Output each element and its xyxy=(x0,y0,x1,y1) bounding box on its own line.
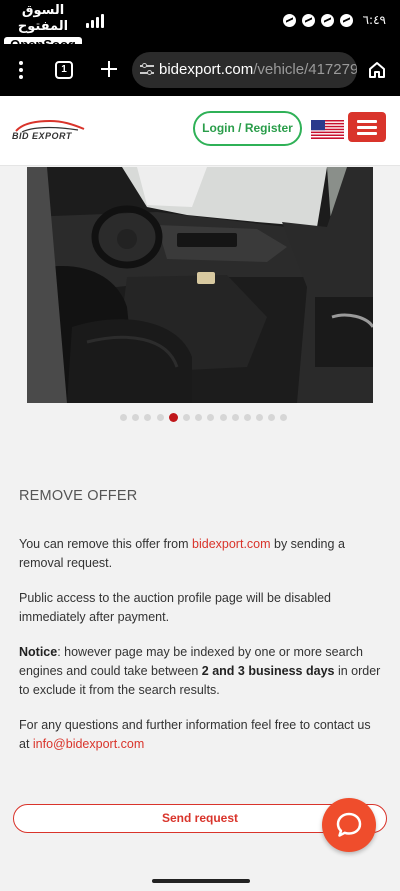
home-icon[interactable] xyxy=(368,61,386,79)
browser-toolbar: 1 bidexport.com/vehicle/417279 xyxy=(0,44,400,96)
url-domain: bidexport.com xyxy=(159,61,254,78)
gallery-dot[interactable] xyxy=(207,413,215,421)
home-indicator xyxy=(152,879,250,883)
opensooq-arabic-label: السوق المفتوح xyxy=(17,3,69,34)
car-interior-image xyxy=(27,167,373,403)
site-logo[interactable]: BID EXPORT xyxy=(12,118,88,142)
site-header: BID EXPORT Login / Register xyxy=(0,96,400,166)
gallery-dot[interactable] xyxy=(280,413,288,421)
url-text[interactable]: bidexport.com/vehicle/417279 xyxy=(159,61,357,78)
messenger-icon xyxy=(282,13,296,27)
gallery-dot-active[interactable] xyxy=(168,412,178,422)
messenger-icon xyxy=(339,13,353,27)
chat-bubble-icon xyxy=(336,812,362,837)
gallery-dot[interactable] xyxy=(219,413,227,421)
messenger-icon xyxy=(320,13,334,27)
chat-button[interactable] xyxy=(322,798,376,852)
url-path: /vehicle/417279 xyxy=(253,61,357,78)
removal-text-start: You can remove this offer from xyxy=(19,537,193,551)
signal-icon xyxy=(86,14,104,28)
remove-offer-section: REMOVE OFFER You can remove this offer f… xyxy=(19,488,381,754)
gallery-dot[interactable] xyxy=(243,413,251,421)
gallery-dot[interactable] xyxy=(120,413,127,421)
gallery-dot[interactable] xyxy=(182,413,190,421)
status-clock: ٦:٤٩ xyxy=(362,13,386,27)
menu-kebab-icon[interactable] xyxy=(18,61,24,79)
gallery-dot[interactable] xyxy=(268,413,276,421)
notification-area: ٦:٤٩ xyxy=(282,13,386,27)
site-settings-icon[interactable] xyxy=(140,63,154,76)
login-register-button[interactable]: Login / Register xyxy=(193,111,302,146)
gallery-dot[interactable] xyxy=(256,413,264,421)
gallery-dot[interactable] xyxy=(195,413,203,421)
address-bar[interactable]: bidexport.com/vehicle/417279 xyxy=(132,52,357,88)
email-link[interactable]: info@bidexport.com xyxy=(33,737,144,751)
gallery-dot[interactable] xyxy=(132,413,140,421)
status-bar: السوق المفتوح OpenSooq ٦:٤٩ xyxy=(0,0,400,53)
gallery-dot[interactable] xyxy=(144,413,152,421)
gallery-dot[interactable] xyxy=(231,413,239,421)
logo-text: BID EXPORT xyxy=(12,131,72,141)
tab-switcher-button[interactable]: 1 xyxy=(55,61,73,79)
contact-paragraph: For any questions and further informatio… xyxy=(19,716,381,754)
notice-paragraph: Notice: however page may be indexed by o… xyxy=(19,643,381,700)
bidexport-link[interactable]: bidexport.com xyxy=(192,537,271,551)
removal-paragraph: You can remove this offer from bidexport… xyxy=(19,535,381,573)
messenger-icon xyxy=(301,13,315,27)
gallery-pagination xyxy=(120,412,288,422)
notice-label: Notice xyxy=(19,645,58,659)
business-days-text: 2 and 3 business days xyxy=(201,664,335,678)
hamburger-menu-button[interactable] xyxy=(348,112,386,142)
gallery-dot[interactable] xyxy=(156,413,164,421)
remove-offer-title: REMOVE OFFER xyxy=(19,488,138,504)
us-flag-icon[interactable] xyxy=(311,120,344,139)
new-tab-icon[interactable] xyxy=(100,60,118,78)
vehicle-photo[interactable] xyxy=(27,167,373,403)
public-access-paragraph: Public access to the auction profile pag… xyxy=(19,591,331,624)
